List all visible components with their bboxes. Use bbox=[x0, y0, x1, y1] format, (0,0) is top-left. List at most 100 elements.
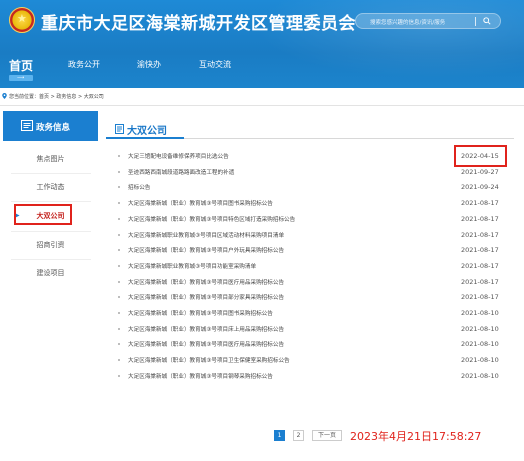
page-button-2[interactable]: 2 bbox=[293, 430, 304, 441]
list-item[interactable]: 圣迹西路西南城段道路路面改造工程的补遗 2021-09-27 bbox=[106, 166, 506, 180]
list-item-title[interactable]: 大足区海棠新城（职业）教育城③号项目图书采购招标公告 bbox=[128, 199, 428, 207]
list-item[interactable]: 大足区海棠新城（职业）教育城③号项目钢琴采购招标公告 2021-08-10 bbox=[106, 370, 506, 384]
list-item-date: 2021-08-10 bbox=[461, 324, 499, 333]
sidebar-item-label: 建设项目 bbox=[36, 269, 65, 277]
list-item[interactable]: 大足区海棠新城（职业）教育城③号项目床上用品采购招标公告 2021-08-10 bbox=[106, 323, 506, 337]
content-title: 大双公司 bbox=[127, 126, 167, 137]
main-nav: 首页 ⟶ 政务公开 渝快办 互动交流 bbox=[0, 50, 524, 88]
bullet-dot bbox=[118, 217, 120, 220]
list-item-title[interactable]: 大足区海棠新城职业教育城③号项目功能室采购清单 bbox=[128, 262, 428, 270]
sidebar-item-focus-images[interactable]: 焦点图片 bbox=[3, 148, 98, 170]
breadcrumb-text: 您当前位置：首页 > 政务信息 > 大双公司 bbox=[9, 94, 104, 100]
sidebar-heading-label: 政务信息 bbox=[36, 123, 71, 133]
list-item-date: 2021-08-17 bbox=[461, 230, 499, 239]
list-item-date: 2021-08-17 bbox=[461, 246, 499, 255]
site-header: ★ 重庆市大足区海棠新城开发区管理委员会 搜索您感兴趣的信息/资讯/服务 首页 … bbox=[0, 0, 524, 88]
list-item-title[interactable]: 大足区海棠新城（职业）教育城③号项目户外玩具采购招标公告 bbox=[128, 246, 428, 254]
location-pin-icon bbox=[2, 93, 7, 99]
list-item[interactable]: 大足区海棠新城（职业）教育城③号项目卫生保健室采购招标公告 2021-08-10 bbox=[106, 354, 506, 368]
list-item-date: 2021-08-10 bbox=[461, 356, 499, 365]
sidebar-divider bbox=[11, 201, 91, 202]
bullet-dot bbox=[118, 280, 120, 283]
list-item-title[interactable]: 大足区海棠新城（职业）教育城③号项目医疗用品采购招标公告 bbox=[128, 278, 428, 286]
sidebar-highlight-box bbox=[14, 204, 72, 225]
sidebar-item-label: 工作动态 bbox=[36, 183, 65, 191]
list-item[interactable]: 大足区海棠新城（职业）教育城③号项目医疗用品采购招标公告 2021-08-17 bbox=[106, 276, 506, 290]
list-item-title[interactable]: 大足区海棠新城（职业）教育城③号项目钢琴采购招标公告 bbox=[128, 372, 428, 380]
search-input[interactable]: 搜索您感兴趣的信息/资讯/服务 bbox=[355, 13, 501, 29]
bullet-dot bbox=[118, 186, 120, 189]
list-item-date: 2021-08-17 bbox=[461, 293, 499, 302]
next-page-button[interactable]: 下一页 bbox=[312, 430, 342, 441]
bullet-dot bbox=[118, 264, 120, 267]
sidebar-item-label: 焦点图片 bbox=[36, 155, 65, 163]
sidebar-divider bbox=[11, 231, 91, 232]
list-item-title[interactable]: 大足区海棠新城（职业）教育城③号项目图书采购招标公告 bbox=[128, 309, 428, 317]
nav-item-gov-affairs[interactable]: 政务公开 bbox=[68, 59, 100, 70]
bullet-dot bbox=[118, 374, 120, 377]
list-item-title[interactable]: 大足区海棠新城（职业）教育城③号项目部分家具采购招标公告 bbox=[128, 293, 428, 301]
list-item-title[interactable]: 大足区海棠新城（职业）教育城③号项目医疗用品采购招标公告 bbox=[128, 340, 428, 348]
list-item-title[interactable]: 大足区海棠新城（职业）教育城③号项目特色区域打造采购招标公告 bbox=[128, 215, 428, 223]
nav-item-yukuaiban[interactable]: 渝快办 bbox=[137, 59, 161, 70]
nav-home-label: 首页 bbox=[9, 59, 34, 73]
list-item[interactable]: 大足区海棠新城（职业）教育城③号项目医疗用品采购招标公告 2021-08-10 bbox=[106, 338, 506, 352]
list-item[interactable]: 大足区海棠新城职业教育城③号项目区域活动材料采购项目清单 2021-08-17 bbox=[106, 229, 506, 243]
nav-home[interactable]: 首页 ⟶ bbox=[7, 55, 37, 85]
capture-timestamp: 2023年4月21日17:58:27 bbox=[350, 430, 482, 443]
sidebar-heading: 政务信息 bbox=[3, 111, 98, 141]
list-item-date: 2021-08-10 bbox=[461, 340, 499, 349]
list-item[interactable]: 大足区海棠新城（职业）教育城③号项目特色区域打造采购招标公告 2021-08-17 bbox=[106, 213, 506, 227]
list-item-title[interactable]: 大足区海棠新城（职业）教育城③号项目卫生保健室采购招标公告 bbox=[128, 356, 428, 364]
list-icon bbox=[115, 124, 124, 134]
search-icon[interactable] bbox=[483, 17, 491, 25]
site-title: 重庆市大足区海棠新城开发区管理委员会 bbox=[41, 14, 356, 34]
bullet-dot bbox=[118, 327, 120, 330]
sidebar-divider bbox=[11, 173, 91, 174]
sidebar-item-investment[interactable]: 招商引资 bbox=[3, 234, 98, 256]
sidebar-item-work-news[interactable]: 工作动态 bbox=[3, 176, 98, 198]
list-item-date: 2021-08-17 bbox=[461, 214, 499, 223]
list-item[interactable]: 大足区海棠新城职业教育城③号项目功能室采购清单 2021-08-17 bbox=[106, 260, 506, 274]
list-item-date: 2021-09-24 bbox=[461, 183, 499, 192]
content-title-underline bbox=[106, 137, 184, 139]
list-item-title[interactable]: 招标公告 bbox=[128, 183, 428, 191]
bullet-dot bbox=[118, 343, 120, 346]
page-button-1[interactable]: 1 bbox=[274, 430, 285, 441]
list-item[interactable]: 大足区海棠新城（职业）教育城③号项目部分家具采购招标公告 2021-08-17 bbox=[106, 291, 506, 305]
bullet-dot bbox=[118, 359, 120, 362]
national-emblem-icon: ★ bbox=[9, 7, 35, 33]
bullet-dot bbox=[118, 155, 120, 157]
content-header: 大双公司 bbox=[106, 121, 514, 139]
breadcrumb-divider bbox=[0, 105, 524, 106]
date-highlight-box bbox=[454, 145, 507, 167]
list-item[interactable]: 招标公告 2021-09-24 bbox=[106, 181, 506, 195]
document-list-icon bbox=[21, 120, 33, 131]
bullet-dot bbox=[118, 249, 120, 252]
bullet-dot bbox=[118, 170, 120, 173]
list-item-date: 2021-08-10 bbox=[461, 371, 499, 380]
bullet-dot bbox=[118, 202, 120, 205]
list-item[interactable]: 大足三馆配电设备维修保养项目比选公告 2022-04-15 bbox=[106, 150, 506, 164]
sidebar-divider bbox=[11, 259, 91, 260]
list-item-title[interactable]: 大足区海棠新城（职业）教育城③号项目床上用品采购招标公告 bbox=[128, 325, 428, 333]
list-item[interactable]: 大足区海棠新城（职业）教育城③号项目图书采购招标公告 2021-08-10 bbox=[106, 307, 506, 321]
sidebar-item-construction[interactable]: 建设项目 bbox=[3, 262, 98, 284]
list-item-date: 2021-08-17 bbox=[461, 277, 499, 286]
list-item-date: 2021-08-10 bbox=[461, 309, 499, 317]
bullet-dot bbox=[118, 296, 120, 299]
list-item-title[interactable]: 大足三馆配电设备维修保养项目比选公告 bbox=[128, 152, 428, 160]
nav-item-interaction[interactable]: 互动交流 bbox=[199, 59, 231, 70]
breadcrumb: 您当前位置：首页 > 政务信息 > 大双公司 bbox=[0, 91, 524, 103]
arrow-right-icon: ⟶ bbox=[17, 75, 25, 81]
bullet-dot bbox=[118, 312, 120, 314]
list-item[interactable]: 大足区海棠新城（职业）教育城③号项目图书采购招标公告 2021-08-17 bbox=[106, 197, 506, 211]
sidebar-item-label: 招商引资 bbox=[36, 241, 65, 249]
bullet-dot bbox=[118, 233, 120, 236]
list-item-date: 2021-08-17 bbox=[461, 261, 499, 270]
list-item-title[interactable]: 圣迹西路西南城段道路路面改造工程的补遗 bbox=[128, 168, 428, 176]
list-item[interactable]: 大足区海棠新城（职业）教育城③号项目户外玩具采购招标公告 2021-08-17 bbox=[106, 244, 506, 258]
list-item-date: 2021-09-27 bbox=[461, 167, 499, 176]
list-item-title[interactable]: 大足区海棠新城职业教育城③号项目区域活动材料采购项目清单 bbox=[128, 231, 428, 239]
list-item-date: 2021-08-17 bbox=[461, 199, 499, 208]
